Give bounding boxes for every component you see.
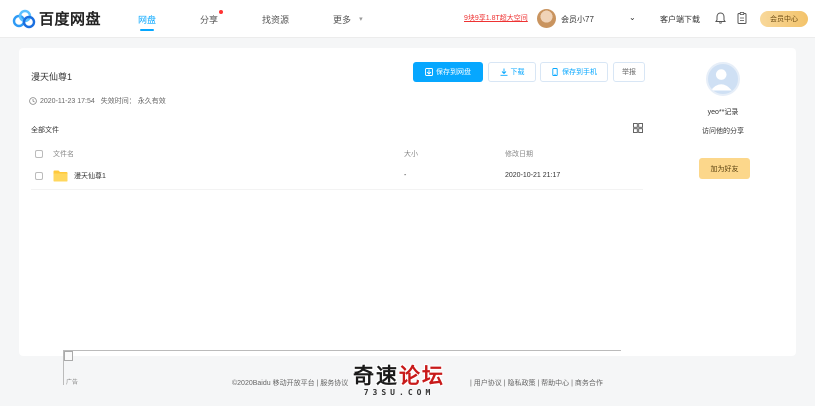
cloud-logo-icon [12, 9, 36, 28]
watermark-main: 奇速论坛 [333, 364, 465, 388]
sharer-name: yeo**记录 [707, 109, 739, 116]
clock-icon [29, 97, 37, 105]
nav-more[interactable]: 更多 ▾ [333, 0, 363, 38]
save-icon [425, 68, 433, 76]
breadcrumb[interactable]: 全部文件 [31, 125, 59, 135]
default-user-icon [710, 69, 732, 91]
nav-netdisk-label: 网盘 [138, 14, 157, 25]
top-header: 百度网盘 网盘 分享 找资源 更多 ▾ 9块9享1.8T超大空间 会员小77 ⌄ … [0, 0, 815, 38]
nav-find-resources-label: 找资源 [262, 14, 290, 25]
download-label: 下载 [510, 69, 525, 76]
phone-icon [552, 68, 558, 76]
table-header: 文件名 大小 修改日期 [31, 146, 643, 162]
file-size: - [404, 172, 407, 179]
nav-share[interactable]: 分享 [200, 0, 224, 38]
vip-center-button[interactable]: 会员中心 [760, 11, 808, 27]
notification-dot [219, 10, 224, 14]
nav-netdisk[interactable]: 网盘 [138, 0, 156, 38]
nav-find-resources[interactable]: 找资源 [262, 0, 289, 38]
promo-link[interactable]: 9块9享1.8T超大空间 [464, 13, 528, 23]
watermark-sub: 73SU.COM [363, 388, 435, 397]
table-row[interactable]: 漫天仙尊1 - 2020-10-21 21:17 [31, 162, 643, 190]
bell-icon[interactable] [715, 12, 726, 24]
broken-image-icon [64, 351, 73, 361]
column-header-date[interactable]: 修改日期 [505, 149, 533, 159]
save-to-netdisk-label: 保存到网盘 [436, 69, 471, 76]
report-button[interactable]: 举报 [613, 62, 645, 82]
footer-links[interactable]: | 用户协议 | 隐私政策 | 帮助中心 | 商务合作 [470, 378, 603, 388]
expire-label: 失效时间： [100, 98, 136, 105]
save-to-phone-label: 保存到手机 [562, 69, 597, 76]
download-icon [500, 68, 507, 76]
user-name[interactable]: 会员小77 [561, 14, 594, 25]
row-checkbox[interactable] [35, 171, 43, 180]
watermark-main-a: 奇速 [353, 364, 399, 388]
chevron-down-icon: ▾ [359, 16, 363, 23]
baidu-netdisk-logo[interactable]: 百度网盘 [12, 8, 101, 29]
nav-more-label: 更多 [333, 14, 352, 25]
share-title: 漫天仙尊1 [31, 72, 73, 82]
column-header-name[interactable]: 文件名 [53, 149, 74, 159]
watermark-main-b: 论坛 [399, 364, 445, 388]
column-header-size[interactable]: 大小 [404, 149, 418, 159]
file-name[interactable]: 漫天仙尊1 [74, 171, 106, 181]
forum-watermark: 奇速论坛 73SU.COM [333, 364, 465, 404]
visit-share-link[interactable]: 访问他的分享 [680, 126, 766, 136]
nav-share-label: 分享 [200, 14, 219, 25]
download-button[interactable]: 下载 [488, 62, 536, 82]
file-name-cell[interactable]: 漫天仙尊1 [53, 170, 106, 182]
main-nav: 网盘 分享 找资源 更多 ▾ [138, 0, 407, 38]
logo-text: 百度网盘 [39, 11, 102, 28]
share-time: 2020-11-23 17:54 [40, 97, 95, 105]
grid-view-icon[interactable] [633, 123, 643, 133]
folder-icon [53, 170, 68, 181]
expire-value: 永久有效 [137, 98, 166, 105]
save-to-netdisk-button[interactable]: 保存到网盘 [413, 62, 483, 82]
select-all-checkbox[interactable] [35, 150, 43, 158]
client-download-link[interactable]: 客户端下载 [660, 14, 700, 25]
share-meta: 2020-11-23 17:54 失效时间： 永久有效 [29, 96, 172, 106]
user-avatar[interactable] [537, 9, 556, 28]
save-to-phone-button[interactable]: 保存到手机 [540, 62, 608, 82]
footer-copyright: ©2020Baidu 移动开放平台 | 服务协议 [232, 380, 349, 387]
user-menu-chevron-icon[interactable]: ⌄ [629, 13, 636, 22]
sharer-avatar[interactable] [706, 62, 740, 96]
clipboard-icon[interactable] [737, 12, 747, 24]
image-alt-text: 广告 [66, 380, 79, 386]
file-date: 2020-10-21 21:17 [505, 172, 561, 179]
share-card: 漫天仙尊1 2020-11-23 17:54 失效时间： 永久有效 保存到网盘 … [19, 48, 796, 356]
file-table: 文件名 大小 修改日期 漫天仙尊1 - 2020-10-21 21:17 [31, 146, 643, 190]
add-friend-button[interactable]: 加为好友 [699, 158, 750, 179]
